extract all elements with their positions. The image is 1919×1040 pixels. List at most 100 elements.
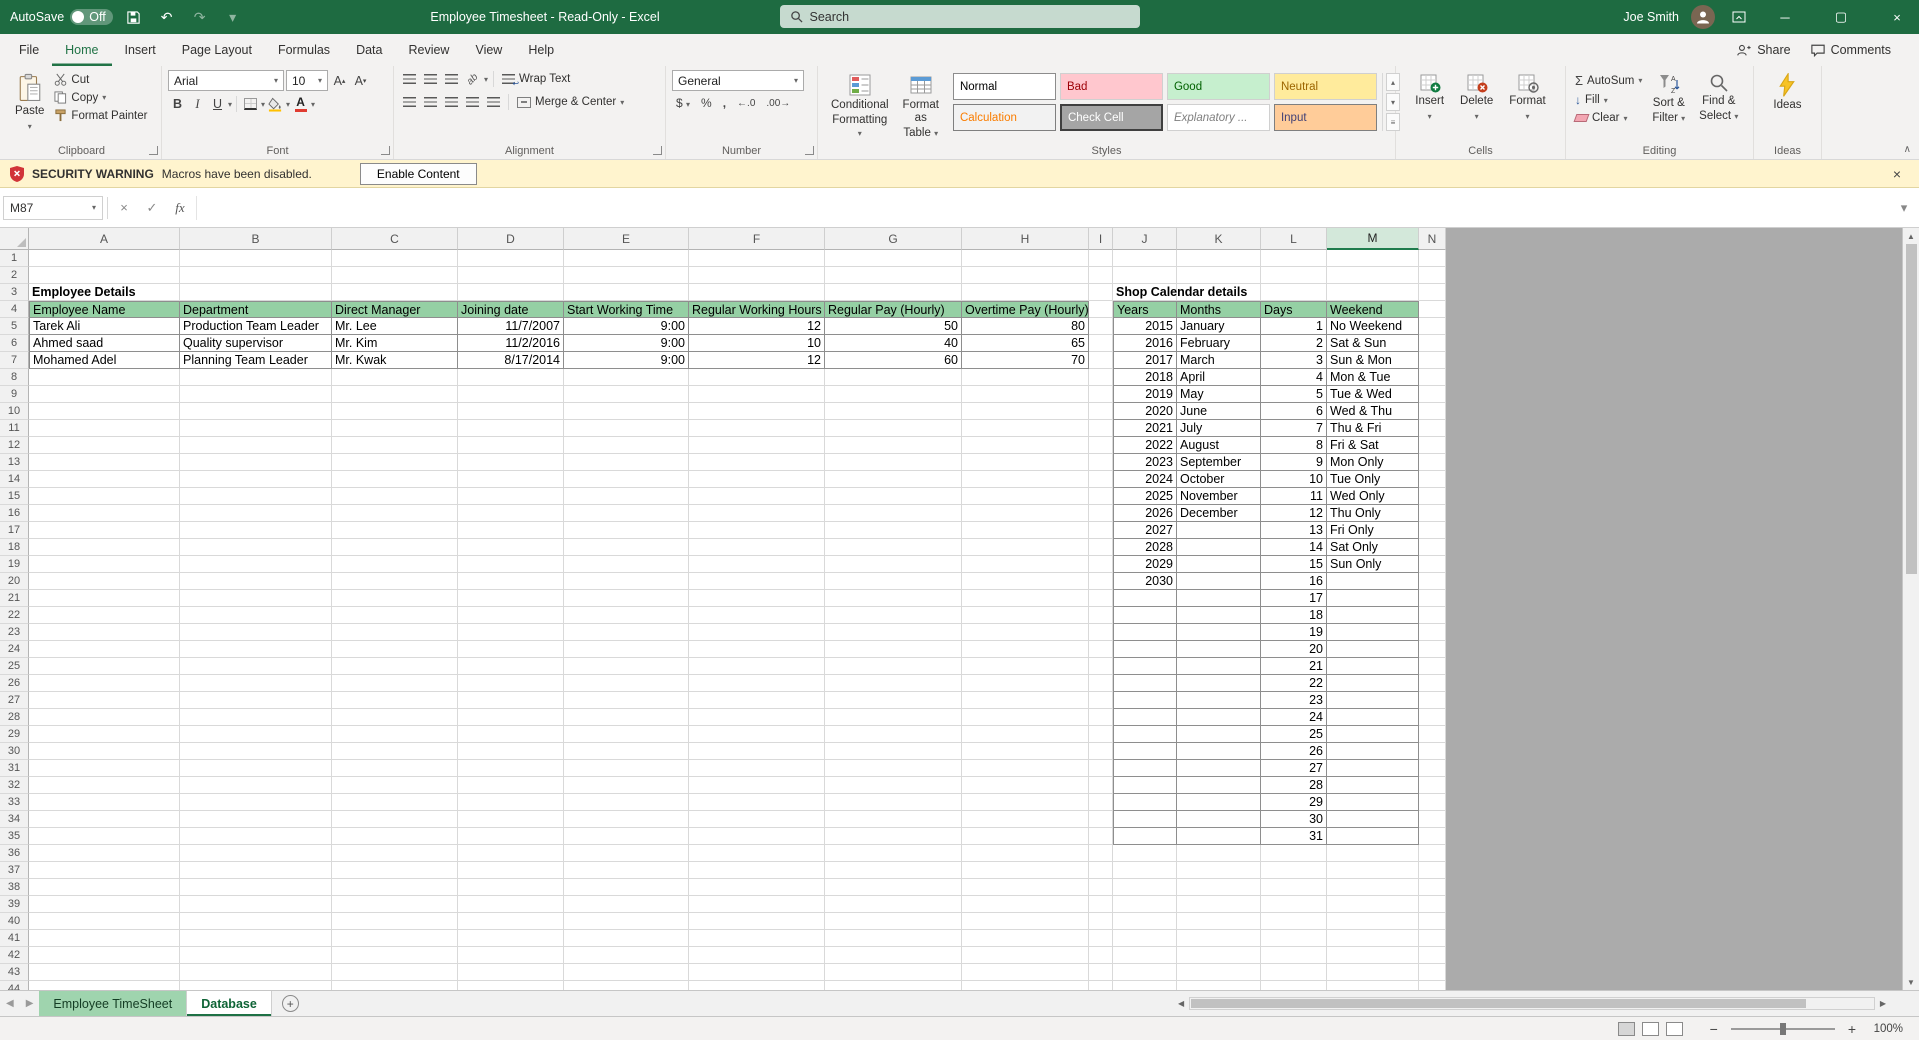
cell-K44[interactable] xyxy=(1177,981,1261,990)
cell-N43[interactable] xyxy=(1419,964,1446,981)
clipboard-dialog-launcher[interactable] xyxy=(149,146,158,155)
column-header-K[interactable]: K xyxy=(1177,228,1261,250)
cell-D11[interactable] xyxy=(458,420,564,437)
cell-B44[interactable] xyxy=(180,981,332,990)
cell-E18[interactable] xyxy=(564,539,689,556)
cell-J30[interactable] xyxy=(1113,743,1177,760)
cell-M4[interactable]: Weekend xyxy=(1327,301,1419,318)
cell-D4[interactable]: Joining date xyxy=(458,301,564,318)
orientation-menu-arrow[interactable]: ▾ xyxy=(484,75,488,84)
column-header-E[interactable]: E xyxy=(564,228,689,250)
cancel-entry-button[interactable]: × xyxy=(112,200,136,215)
cell-L7[interactable]: 3 xyxy=(1261,352,1327,369)
cell-K37[interactable] xyxy=(1177,862,1261,879)
cell-L25[interactable]: 21 xyxy=(1261,658,1327,675)
cell-L23[interactable]: 19 xyxy=(1261,624,1327,641)
cell-M11[interactable]: Thu & Fri xyxy=(1327,420,1419,437)
cell-G39[interactable] xyxy=(825,896,962,913)
customize-quick-access-button[interactable]: ▾ xyxy=(221,9,245,26)
cell-I17[interactable] xyxy=(1089,522,1113,539)
cell-E30[interactable] xyxy=(564,743,689,760)
conditional-formatting-button[interactable]: Conditional Formatting ▾ xyxy=(824,70,896,143)
cell-H25[interactable] xyxy=(962,658,1089,675)
column-header-F[interactable]: F xyxy=(689,228,825,250)
cell-N39[interactable] xyxy=(1419,896,1446,913)
cell-H33[interactable] xyxy=(962,794,1089,811)
cell-F25[interactable] xyxy=(689,658,825,675)
cell-H12[interactable] xyxy=(962,437,1089,454)
column-header-I[interactable]: I xyxy=(1089,228,1113,250)
cell-B42[interactable] xyxy=(180,947,332,964)
cell-H38[interactable] xyxy=(962,879,1089,896)
cell-F37[interactable] xyxy=(689,862,825,879)
cell-N33[interactable] xyxy=(1419,794,1446,811)
cell-H10[interactable] xyxy=(962,403,1089,420)
cell-M29[interactable] xyxy=(1327,726,1419,743)
cell-M33[interactable] xyxy=(1327,794,1419,811)
cell-B31[interactable] xyxy=(180,760,332,777)
cell-M44[interactable] xyxy=(1327,981,1419,990)
cell-F28[interactable] xyxy=(689,709,825,726)
cell-G16[interactable] xyxy=(825,505,962,522)
cell-K4[interactable]: Months xyxy=(1177,301,1261,318)
cell-L34[interactable]: 30 xyxy=(1261,811,1327,828)
cell-L31[interactable]: 27 xyxy=(1261,760,1327,777)
number-dialog-launcher[interactable] xyxy=(805,146,814,155)
cell-M6[interactable]: Sat & Sun xyxy=(1327,335,1419,352)
cell-H37[interactable] xyxy=(962,862,1089,879)
cell-A36[interactable] xyxy=(29,845,180,862)
cell-I35[interactable] xyxy=(1089,828,1113,845)
cell-A5[interactable]: Tarek Ali xyxy=(29,318,180,335)
cell-E44[interactable] xyxy=(564,981,689,990)
cell-N9[interactable] xyxy=(1419,386,1446,403)
insert-function-button[interactable]: fx xyxy=(168,200,192,216)
align-right-button[interactable] xyxy=(442,93,461,111)
cell-E28[interactable] xyxy=(564,709,689,726)
cell-C37[interactable] xyxy=(332,862,458,879)
cell-K9[interactable]: May xyxy=(1177,386,1261,403)
cell-B32[interactable] xyxy=(180,777,332,794)
cell-I44[interactable] xyxy=(1089,981,1113,990)
cell-F42[interactable] xyxy=(689,947,825,964)
cell-C28[interactable] xyxy=(332,709,458,726)
row-header-26[interactable]: 26 xyxy=(0,675,29,692)
cell-K27[interactable] xyxy=(1177,692,1261,709)
cell-G15[interactable] xyxy=(825,488,962,505)
cell-F10[interactable] xyxy=(689,403,825,420)
wrap-text-button[interactable]: Wrap Text xyxy=(499,72,573,86)
cell-K21[interactable] xyxy=(1177,590,1261,607)
cell-B14[interactable] xyxy=(180,471,332,488)
cell-K5[interactable]: January xyxy=(1177,318,1261,335)
cell-E25[interactable] xyxy=(564,658,689,675)
cell-D38[interactable] xyxy=(458,879,564,896)
cell-J43[interactable] xyxy=(1113,964,1177,981)
cell-I36[interactable] xyxy=(1089,845,1113,862)
cell-C15[interactable] xyxy=(332,488,458,505)
cell-N23[interactable] xyxy=(1419,624,1446,641)
cell-L2[interactable] xyxy=(1261,267,1327,284)
cell-A33[interactable] xyxy=(29,794,180,811)
cell-G29[interactable] xyxy=(825,726,962,743)
cell-A17[interactable] xyxy=(29,522,180,539)
cell-A38[interactable] xyxy=(29,879,180,896)
cell-G20[interactable] xyxy=(825,573,962,590)
cell-B13[interactable] xyxy=(180,454,332,471)
row-header-8[interactable]: 8 xyxy=(0,369,29,386)
cell-C8[interactable] xyxy=(332,369,458,386)
cell-E33[interactable] xyxy=(564,794,689,811)
cell-C24[interactable] xyxy=(332,641,458,658)
cell-J29[interactable] xyxy=(1113,726,1177,743)
cell-G26[interactable] xyxy=(825,675,962,692)
cell-L39[interactable] xyxy=(1261,896,1327,913)
cell-B9[interactable] xyxy=(180,386,332,403)
row-header-7[interactable]: 7 xyxy=(0,352,29,369)
copy-button[interactable]: Copy▾ xyxy=(51,90,150,105)
cell-D9[interactable] xyxy=(458,386,564,403)
increase-decimal-button[interactable]: ←.0 xyxy=(733,98,759,109)
cell-I25[interactable] xyxy=(1089,658,1113,675)
cell-M41[interactable] xyxy=(1327,930,1419,947)
cell-K2[interactable] xyxy=(1177,267,1261,284)
cell-G37[interactable] xyxy=(825,862,962,879)
cell-style-check-cell[interactable]: Check Cell xyxy=(1060,104,1163,131)
cell-K22[interactable] xyxy=(1177,607,1261,624)
